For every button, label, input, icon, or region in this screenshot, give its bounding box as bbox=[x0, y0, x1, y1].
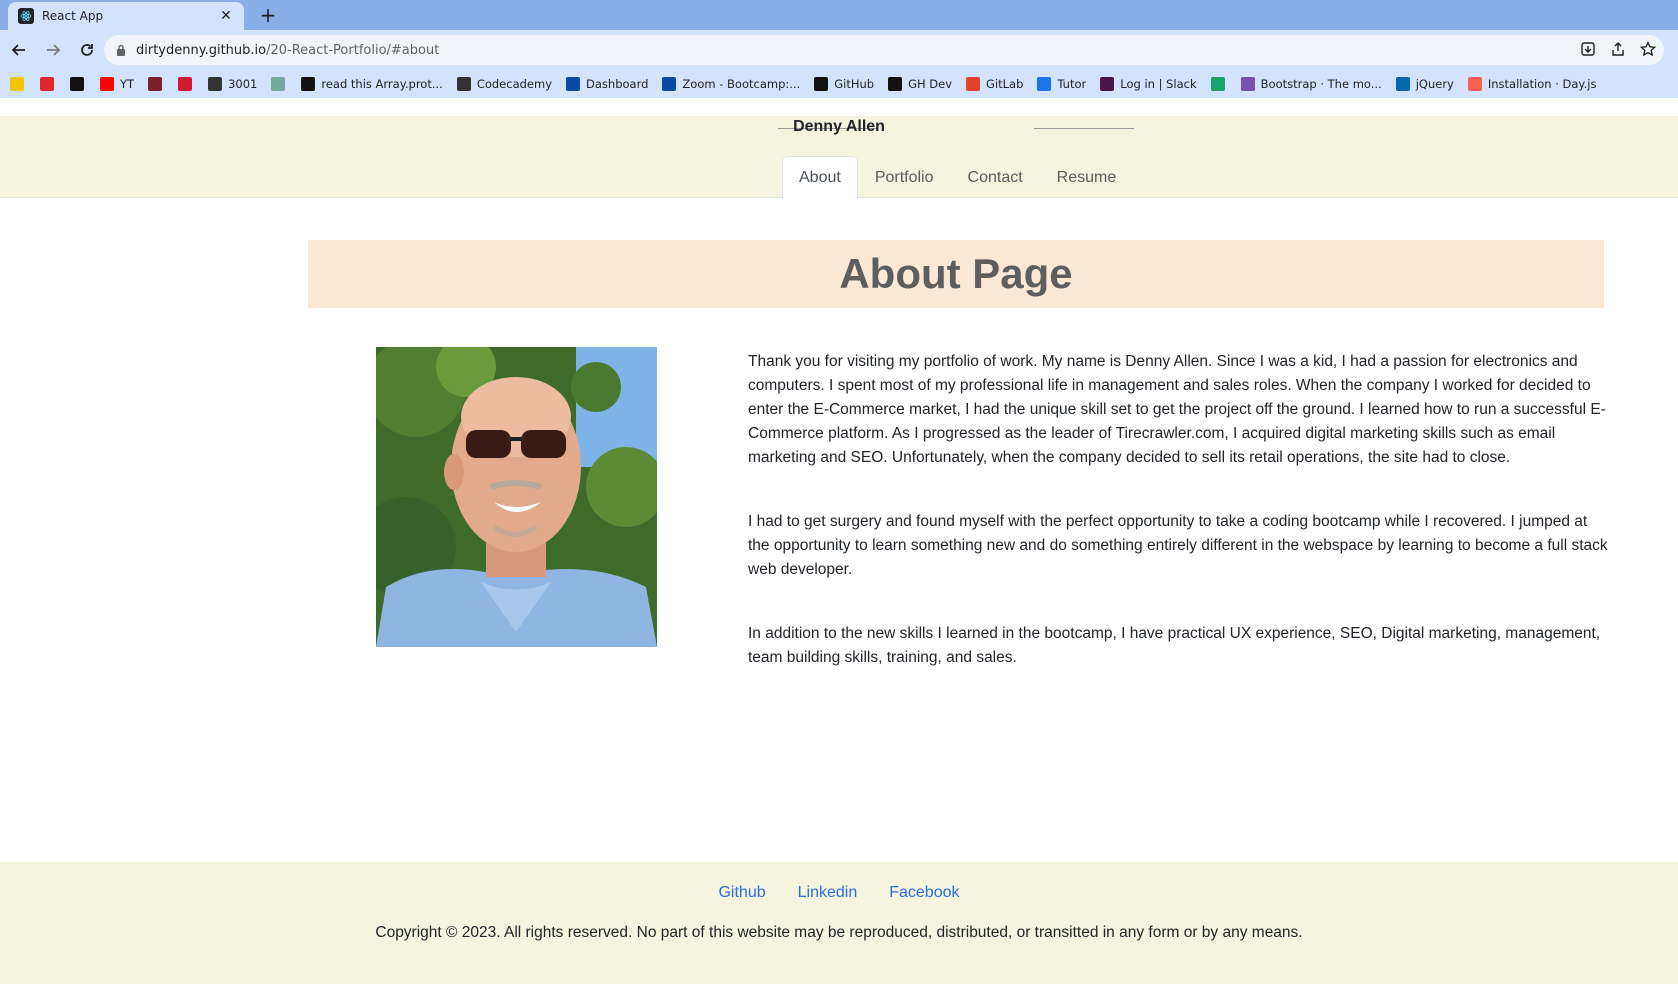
bookmarks-bar: YT 3001 read this Array.prot... Codecademy D… bbox=[0, 70, 1678, 98]
bookmark-item[interactable]: YT bbox=[100, 77, 134, 91]
mdn-icon bbox=[301, 77, 316, 91]
bookmark-label: GitHub bbox=[834, 77, 875, 91]
address-bar[interactable]: dirtydenny.github.io/20-React-Portfolio/… bbox=[104, 35, 1664, 65]
profile-photo bbox=[376, 347, 657, 647]
bookmark-item[interactable]: GitHub bbox=[814, 77, 874, 91]
new-tab-button[interactable]: + bbox=[256, 4, 280, 28]
reload-icon[interactable] bbox=[72, 35, 102, 65]
bookmark-label: 3001 bbox=[228, 77, 258, 91]
bookmark-item[interactable]: Codecademy bbox=[456, 77, 553, 91]
url-host: dirtydenny.github.io bbox=[136, 42, 267, 58]
github-link[interactable]: Github bbox=[718, 884, 765, 902]
bookmark-label: YT bbox=[120, 77, 135, 91]
tab-portfolio[interactable]: Portfolio bbox=[858, 156, 951, 198]
bookmark-label: Log in | Slack bbox=[1120, 77, 1197, 91]
bookmark-item[interactable] bbox=[148, 77, 168, 91]
n-icon bbox=[70, 77, 84, 91]
bookmark-label: GitLab bbox=[986, 77, 1024, 91]
share-icon[interactable] bbox=[1610, 41, 1626, 61]
lock-icon bbox=[116, 41, 126, 60]
bookmark-item[interactable]: read this Array.prot... bbox=[301, 77, 443, 91]
tab-contact[interactable]: Contact bbox=[951, 156, 1040, 198]
url-path: /20-React-Portfolio/#about bbox=[266, 42, 440, 58]
bookmark-label: read this Array.prot... bbox=[321, 77, 443, 91]
brand-divider-right bbox=[1034, 128, 1134, 129]
page-title: About Page bbox=[839, 250, 1073, 297]
browser-tabstrip: React App ✕ + bbox=[0, 0, 1678, 30]
browser-tab[interactable]: React App ✕ bbox=[8, 2, 244, 30]
globe-icon bbox=[208, 77, 223, 91]
tower-icon bbox=[148, 77, 163, 91]
r-icon bbox=[178, 77, 193, 91]
bookmark-item[interactable]: GH Dev bbox=[888, 77, 952, 91]
react-icon bbox=[18, 8, 34, 24]
about-paragraph-2: I had to get surgery and found myself wi… bbox=[748, 513, 1608, 578]
uci-icon bbox=[662, 77, 677, 91]
github-icon bbox=[814, 77, 829, 91]
page: Denny Allen About Portfolio Contact Resu… bbox=[0, 98, 1678, 984]
site-header: Denny Allen About Portfolio Contact Resu… bbox=[0, 116, 1678, 199]
nav-tabs: About Portfolio Contact Resume bbox=[782, 156, 1133, 199]
linkedin-link[interactable]: Linkedin bbox=[798, 884, 858, 902]
bookmark-label: Bootstrap · The mo... bbox=[1260, 77, 1382, 91]
bootstrap-icon bbox=[1240, 77, 1255, 91]
back-icon[interactable] bbox=[4, 35, 34, 65]
bookmark-item[interactable] bbox=[271, 77, 291, 91]
footer-links: Github Linkedin Facebook bbox=[0, 884, 1678, 902]
bookmark-item[interactable]: jQuery bbox=[1395, 77, 1454, 91]
bookmark-label: Installation · Day.js bbox=[1487, 77, 1597, 91]
uci-icon bbox=[566, 77, 581, 91]
jquery-icon bbox=[1395, 77, 1410, 91]
slack-icon bbox=[1100, 77, 1115, 91]
bookmark-item[interactable] bbox=[178, 77, 198, 91]
about-text: Thank you for visiting my portfolio of w… bbox=[748, 350, 1608, 710]
bookmark-item[interactable]: Bootstrap · The mo... bbox=[1240, 77, 1382, 91]
forward-icon[interactable] bbox=[38, 35, 68, 65]
bookmark-label: Tutor bbox=[1057, 77, 1087, 91]
bookmark-item[interactable] bbox=[70, 77, 90, 91]
bookmark-item[interactable]: Log in | Slack bbox=[1100, 77, 1197, 91]
openai-icon bbox=[271, 77, 286, 91]
w-icon bbox=[1210, 77, 1225, 91]
codecademy-icon bbox=[456, 77, 471, 91]
bookmark-label: Dashboard bbox=[586, 77, 649, 91]
bookmark-label: Zoom - Bootcamp:... bbox=[682, 77, 801, 91]
dayjs-icon bbox=[1467, 77, 1482, 91]
tab-title: React App bbox=[42, 9, 104, 23]
bookmark-label: Codecademy bbox=[476, 77, 553, 91]
bookmark-label: jQuery bbox=[1415, 77, 1454, 91]
youtube-icon bbox=[100, 77, 114, 91]
tab-about[interactable]: About bbox=[782, 156, 858, 199]
bookmark-item[interactable] bbox=[10, 77, 30, 91]
browser-toolbar: dirtydenny.github.io/20-React-Portfolio/… bbox=[0, 30, 1678, 70]
bookmark-item[interactable]: Dashboard bbox=[566, 77, 648, 91]
install-icon[interactable] bbox=[1580, 41, 1596, 61]
bookmark-item[interactable]: Installation · Day.js bbox=[1467, 77, 1597, 91]
about-paragraph-3: In addition to the new skills I learned … bbox=[748, 625, 1601, 666]
folder-icon bbox=[10, 77, 24, 91]
bookmark-item[interactable]: GitLab bbox=[966, 77, 1023, 91]
bookmark-item[interactable] bbox=[1210, 77, 1231, 91]
bookmark-label: GH Dev bbox=[908, 77, 953, 91]
c-icon bbox=[40, 77, 54, 91]
tutor-icon bbox=[1037, 77, 1052, 91]
about-paragraph-1: Thank you for visiting my portfolio of w… bbox=[748, 353, 1606, 466]
site-footer: Github Linkedin Facebook Copyright © 202… bbox=[0, 862, 1678, 984]
site-brand: Denny Allen bbox=[793, 118, 885, 135]
github-icon bbox=[888, 77, 903, 91]
facebook-link[interactable]: Facebook bbox=[889, 884, 959, 902]
close-icon[interactable]: ✕ bbox=[218, 8, 234, 24]
star-icon[interactable] bbox=[1639, 40, 1657, 61]
page-title-banner: About Page bbox=[308, 240, 1604, 308]
gitlab-icon bbox=[966, 77, 981, 91]
copyright-text: Copyright © 2023. All rights reserved. N… bbox=[375, 924, 1303, 941]
tab-resume[interactable]: Resume bbox=[1040, 156, 1134, 198]
bookmark-item[interactable]: Zoom - Bootcamp:... bbox=[662, 77, 800, 91]
bookmark-item[interactable] bbox=[40, 77, 60, 91]
bookmark-item[interactable]: Tutor bbox=[1037, 77, 1086, 91]
bookmark-item[interactable]: 3001 bbox=[208, 77, 257, 91]
